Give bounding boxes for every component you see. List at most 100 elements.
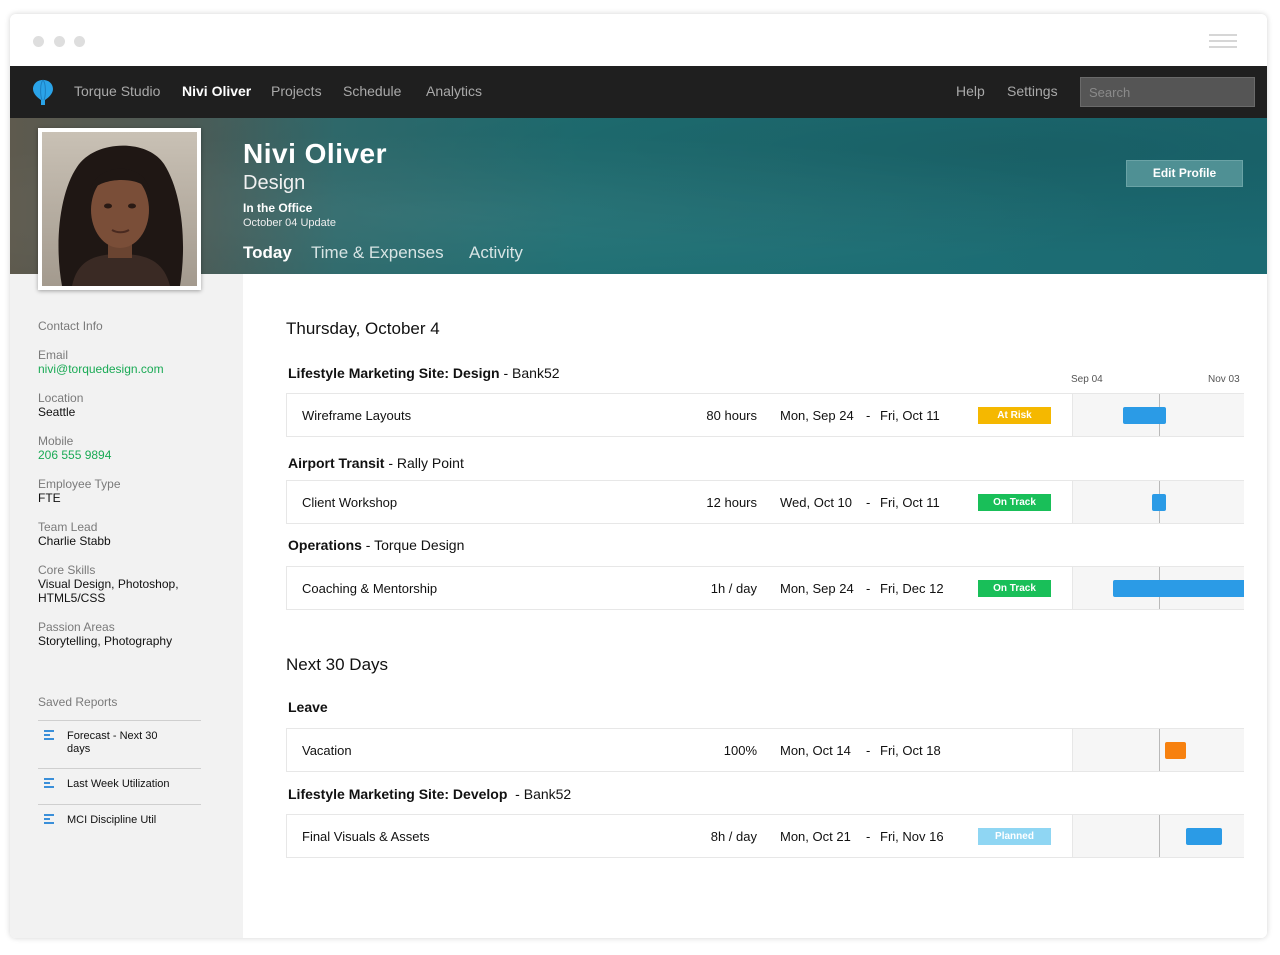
top-nav: Torque Studio Nivi Oliver Projects Sched…: [10, 66, 1267, 118]
edit-profile-button[interactable]: Edit Profile: [1126, 160, 1243, 187]
task-row[interactable]: Coaching & Mentorship 1h / day Mon, Sep …: [286, 566, 1244, 610]
timeline-end-label: Nov 03: [1208, 374, 1240, 385]
window-dot: [33, 36, 44, 47]
date-separator: -: [866, 829, 871, 844]
avatar: [38, 128, 201, 290]
task-row[interactable]: Client Workshop 12 hours Wed, Oct 10 - F…: [286, 480, 1244, 524]
status-badge: On Track: [978, 494, 1051, 511]
core-skills-label: Core Skills: [38, 563, 96, 577]
date-separator: -: [866, 743, 871, 758]
task-timeline: [1072, 394, 1244, 436]
saved-report-item[interactable]: Last Week Utilization: [38, 768, 201, 804]
status-badge: Planned: [978, 828, 1051, 845]
project-title: Airport Transit - Rally Point: [288, 455, 464, 471]
task-name: Vacation: [302, 743, 352, 758]
task-timeline: [1072, 481, 1244, 523]
task-name: Wireframe Layouts: [302, 408, 412, 423]
sidebar: Contact Info Email nivi@torquedesign.com…: [10, 274, 243, 938]
task-row[interactable]: Final Visuals & Assets 8h / day Mon, Oct…: [286, 814, 1244, 858]
profile-update: October 04 Update: [243, 217, 336, 229]
task-start-date: Mon, Oct 14: [780, 743, 851, 758]
task-start-date: Wed, Oct 10: [780, 495, 853, 510]
task-name: Client Workshop: [302, 495, 398, 510]
task-start-date: Mon, Sep 24: [780, 581, 854, 596]
nav-analytics[interactable]: Analytics: [426, 83, 482, 99]
task-end-date: Fri, Dec 12: [880, 581, 944, 596]
avatar-photo: [42, 132, 197, 286]
task-timeline: [1072, 815, 1244, 857]
nav-projects[interactable]: Projects: [271, 83, 322, 99]
passion-areas-label: Passion Areas: [38, 620, 115, 634]
saved-report-item[interactable]: MCI Discipline Util: [38, 804, 201, 840]
nav-nivi-oliver[interactable]: Nivi Oliver: [182, 83, 251, 99]
date-separator: -: [866, 408, 871, 423]
window-dot: [74, 36, 85, 47]
mobile-link[interactable]: 206 555 9894: [38, 448, 208, 462]
schedule-bar[interactable]: [1113, 580, 1244, 597]
report-icon: [44, 814, 54, 826]
task-end-date: Fri, Oct 11: [880, 408, 940, 423]
schedule-bar[interactable]: [1165, 742, 1186, 759]
date-separator: -: [866, 581, 871, 596]
team-lead-value: Charlie Stabb: [38, 534, 111, 548]
window-dot: [54, 36, 65, 47]
profile-name: Nivi Oliver: [243, 138, 388, 169]
window-chrome: [10, 14, 1267, 66]
today-marker: [1159, 729, 1160, 771]
location-value: Seattle: [38, 405, 76, 419]
nav-torque-studio[interactable]: Torque Studio: [74, 83, 160, 99]
task-name: Final Visuals & Assets: [302, 829, 430, 844]
location-label: Location: [38, 391, 84, 405]
balloon-logo-icon[interactable]: [32, 79, 54, 105]
report-icon: [44, 778, 54, 790]
app-window: Torque Studio Nivi Oliver Projects Sched…: [10, 14, 1267, 938]
task-timeline: [1072, 729, 1244, 771]
tab-today[interactable]: Today: [243, 243, 292, 263]
nav-settings[interactable]: Settings: [1007, 83, 1058, 99]
profile-status: In the Office: [243, 201, 313, 215]
task-hours: 80 hours: [706, 408, 757, 423]
task-end-date: Fri, Oct 11: [880, 495, 940, 510]
status-badge: On Track: [978, 580, 1051, 597]
hamburger-menu-icon[interactable]: [1209, 34, 1237, 48]
contact-info-heading: Contact Info: [38, 319, 103, 333]
task-end-date: Fri, Nov 16: [880, 829, 944, 844]
task-hours: 8h / day: [710, 829, 757, 844]
task-end-date: Fri, Oct 18: [880, 743, 941, 758]
task-hours: 12 hours: [706, 495, 757, 510]
search-input[interactable]: [1080, 77, 1255, 107]
email-link[interactable]: nivi@torquedesign.com: [38, 362, 208, 376]
saved-reports-heading: Saved Reports: [38, 695, 118, 709]
tab-time-expenses[interactable]: Time & Expenses: [311, 243, 444, 263]
saved-report-item[interactable]: Forecast - Next 30 days: [38, 720, 201, 768]
report-label: Last Week Utilization: [67, 778, 170, 790]
mobile-label: Mobile: [38, 434, 74, 448]
main-content: Thursday, October 4 Sep 04 Nov 03 Lifest…: [243, 274, 1267, 938]
employee-type-label: Employee Type: [38, 477, 121, 491]
task-row[interactable]: Wireframe Layouts 80 hours Mon, Sep 24 -…: [286, 393, 1244, 437]
email-label: Email: [38, 348, 69, 362]
task-hours: 100%: [723, 743, 757, 758]
project-title: Lifestyle Marketing Site: Design - Bank5…: [288, 365, 560, 381]
status-badge: At Risk: [978, 407, 1051, 424]
core-skills-value: Visual Design, Photoshop, HTML5/CSS: [38, 577, 179, 605]
report-label: MCI Discipline Util: [67, 814, 157, 826]
schedule-bar[interactable]: [1123, 407, 1166, 424]
date-separator: -: [866, 495, 871, 510]
schedule-bar[interactable]: [1152, 494, 1166, 511]
profile-department: Design: [243, 172, 306, 194]
passion-areas-value: Storytelling, Photography: [38, 634, 173, 648]
team-lead-label: Team Lead: [38, 520, 98, 534]
schedule-bar[interactable]: [1186, 828, 1222, 845]
tab-activity[interactable]: Activity: [469, 243, 523, 263]
task-row[interactable]: Vacation 100% Mon, Oct 14 - Fri, Oct 18: [286, 728, 1244, 772]
nav-help[interactable]: Help: [956, 83, 985, 99]
report-label: Forecast - Next 30 days: [67, 730, 158, 755]
today-title: Thursday, October 4: [286, 319, 440, 338]
nav-schedule[interactable]: Schedule: [343, 83, 401, 99]
employee-type-value: FTE: [38, 491, 61, 505]
today-marker: [1159, 815, 1160, 857]
project-title: Operations - Torque Design: [288, 537, 465, 553]
project-title: Lifestyle Marketing Site: Develop - Bank…: [288, 786, 572, 802]
task-start-date: Mon, Sep 24: [780, 408, 854, 423]
